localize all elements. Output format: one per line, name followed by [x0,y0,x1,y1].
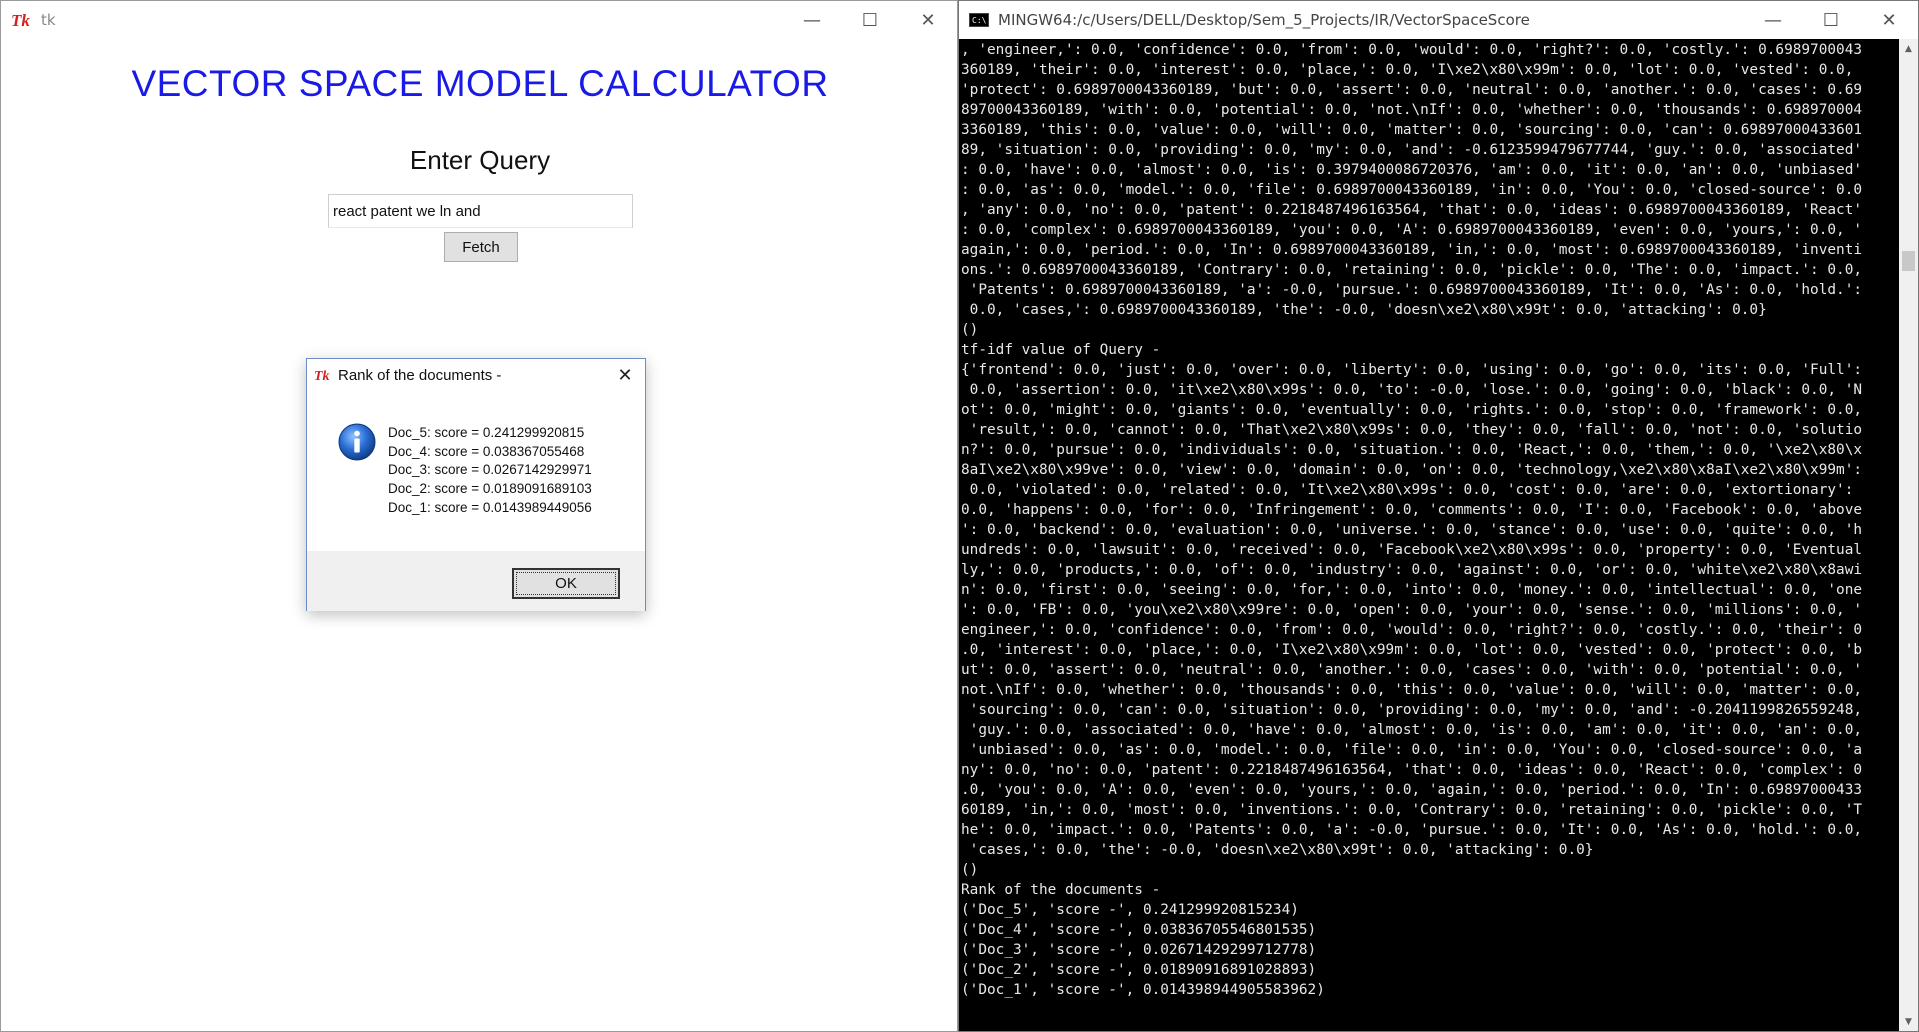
console-output-area[interactable]: , 'engineer,': 0.0, 'confidence': 0.0, '… [959,39,1918,1031]
fetch-button[interactable]: Fetch [444,232,518,262]
console-line: {'frontend': 0.0, 'just': 0.0, 'over': 0… [961,362,1863,378]
console-line: ny': 0.0, 'no': 0.0, 'patent': 0.2218487… [961,762,1863,778]
dialog-message: Doc_5: score = 0.241299920815 Doc_4: sco… [388,424,592,518]
console-line: .0, 'you': 0.0, 'A': 0.0, 'even': 0.0, '… [961,782,1863,798]
close-icon[interactable]: ✕ [1860,1,1918,39]
console-line: Rank of the documents - [961,882,1161,898]
console-line: 'protect': 0.6989700043360189, 'but': 0.… [961,82,1863,98]
console-line: 8aI\xe2\x80\x99ve': 0.0, 'view': 0.0, 'd… [961,462,1863,478]
console-line: ': 0.0, 'FB': 0.0, 'you\xe2\x80\x99re': … [961,602,1863,618]
console-line: , 'engineer,': 0.0, 'confidence': 0.0, '… [961,42,1863,58]
query-input[interactable] [328,194,633,228]
maximize-icon[interactable]: ☐ [1802,1,1860,39]
console-line: 'cases,': 0.0, 'the': -0.0, 'doesn\xe2\x… [961,842,1594,858]
console-line: tf-idf value of Query - [961,342,1161,358]
console-line: 60189, 'in,': 0.0, 'most': 0.0, 'inventi… [961,802,1863,818]
maximize-icon[interactable]: ☐ [841,1,899,39]
svg-text:Tk: Tk [314,369,329,384]
dialog-line: Doc_1: score = 0.0143989449056 [388,499,592,515]
tk-window-title: tk [41,11,56,29]
console-titlebar[interactable]: C:\ MINGW64:/c/Users/DELL/Desktop/Sem_5_… [959,1,1918,39]
console-icon: C:\ [969,13,989,27]
app-heading: VECTOR SPACE MODEL CALCULATOR [131,63,829,104]
console-line: 'unbiased': 0.0, 'as': 0.0, 'model.': 0.… [961,742,1863,758]
console-line: , 'any': 0.0, 'no': 0.0, 'patent': 0.221… [961,202,1863,218]
scrollbar-thumb[interactable] [1902,251,1915,271]
console-window: C:\ MINGW64:/c/Users/DELL/Desktop/Sem_5_… [958,0,1919,1032]
console-line: ons.': 0.6989700043360189, 'Contrary': 0… [961,262,1863,278]
console-line: 0.0, 'assertion': 0.0, 'it\xe2\x80\x99s'… [961,382,1863,398]
console-line: .0, 'interest': 0.0, 'place,': 0.0, 'I\x… [961,642,1863,658]
console-line: 'guy.': 0.0, 'associated': 0.0, 'have': … [961,722,1863,738]
rank-dialog: Tk Rank of the documents - ✕ Doc_5: scor [306,358,646,611]
console-line: not.\nIf': 0.0, 'whether': 0.0, 'thousan… [961,682,1863,698]
console-line: 0.0, 'happens': 0.0, 'for': 0.0, 'Infrin… [961,502,1863,518]
dialog-titlebar[interactable]: Tk Rank of the documents - ✕ [307,359,645,391]
console-line: ('Doc_1', 'score -', 0.01439894490558396… [961,982,1325,998]
dialog-body: Doc_5: score = 0.241299920815 Doc_4: sco… [307,391,645,551]
console-line: 0.0, 'violated': 0.0, 'related': 0.0, 'I… [961,482,1854,498]
console-line: ut': 0.0, 'assert': 0.0, 'neutral': 0.0,… [961,662,1863,678]
console-line: 0.0, 'cases,': 0.6989700043360189, 'the'… [961,302,1767,318]
tk-logo-icon: Tk [314,366,332,384]
scroll-up-icon[interactable]: ▲ [1899,39,1918,58]
console-line: : 0.0, 'complex': 0.6989700043360189, 'y… [961,222,1863,238]
console-line: () [961,322,979,338]
svg-text:Tk: Tk [11,11,30,30]
tk-logo-icon: Tk [11,9,33,31]
console-line: : 0.0, 'have': 0.0, 'almost': 0.0, 'is':… [961,162,1863,178]
console-line: ('Doc_4', 'score -', 0.03836705546801535… [961,922,1317,938]
console-line: 89700043360189, 'with': 0.0, 'potential'… [961,102,1863,118]
console-output-text: , 'engineer,': 0.0, 'confidence': 0.0, '… [961,40,1898,1000]
console-line: 360189, 'their': 0.0, 'interest': 0.0, '… [961,62,1854,78]
close-icon[interactable]: ✕ [899,1,957,39]
console-line: 'Patents': 0.6989700043360189, 'a': -0.0… [961,282,1863,298]
dialog-line: Doc_3: score = 0.0267142929971 [388,462,592,478]
ok-button[interactable]: OK [512,568,620,599]
console-line: ('Doc_2', 'score -', 0.01890916891028893… [961,962,1317,978]
dialog-line: Doc_4: score = 0.038367055468 [388,443,585,459]
console-line: 'result,': 0.0, 'cannot': 0.0, 'That\xe2… [961,422,1863,438]
console-line: engineer,': 0.0, 'confidence': 0.0, 'fro… [961,622,1863,638]
minimize-icon[interactable]: — [783,1,841,39]
console-line: : 0.0, 'as': 0.0, 'model.': 0.0, 'file':… [961,182,1863,198]
console-line: () [961,862,979,878]
console-line: ('Doc_5', 'score -', 0.241299920815234) [961,902,1299,918]
dialog-line: Doc_2: score = 0.0189091689103 [388,481,592,497]
enter-query-label: Enter Query [409,145,551,175]
minimize-icon[interactable]: — [1744,1,1802,39]
console-line: ('Doc_3', 'score -', 0.02671429299712778… [961,942,1317,958]
dialog-title: Rank of the documents - [338,366,502,384]
console-line: 'sourcing': 0.0, 'can': 0.0, 'situation'… [961,702,1863,718]
console-line: n?': 0.0, 'pursue': 0.0, 'individuals': … [961,442,1863,458]
console-window-controls: — ☐ ✕ [1744,1,1918,39]
console-line: ly,': 0.0, 'products,': 0.0, 'of': 0.0, … [961,562,1863,578]
console-line: 3360189, 'this': 0.0, 'value': 0.0, 'wil… [961,122,1863,138]
info-icon [338,423,376,461]
console-window-title: MINGW64:/c/Users/DELL/Desktop/Sem_5_Proj… [998,11,1530,29]
console-line: 89, 'situation': 0.0, 'providing': 0.0, … [961,142,1863,158]
console-line: undreds': 0.0, 'lawsuit': 0.0, 'received… [961,542,1863,558]
console-line: ot': 0.0, 'might': 0.0, 'giants': 0.0, '… [961,402,1863,418]
console-line: he': 0.0, 'impact.': 0.0, 'Patents': 0.0… [961,822,1863,838]
console-line: again,': 0.0, 'period.': 0.0, 'In': 0.69… [961,242,1863,258]
console-scrollbar[interactable]: ▲ ▼ [1899,39,1918,1031]
console-line: ': 0.0, 'backend': 0.0, 'evaluation': 0.… [961,522,1863,538]
dialog-footer: OK [307,551,645,611]
console-line: n': 0.0, 'first': 0.0, 'seeing': 0.0, 'f… [961,582,1863,598]
tk-titlebar[interactable]: Tk tk — ☐ ✕ [1,1,957,39]
tk-window-controls: — ☐ ✕ [783,1,957,39]
close-icon[interactable]: ✕ [605,359,645,391]
scroll-down-icon[interactable]: ▼ [1899,1012,1918,1031]
dialog-line: Doc_5: score = 0.241299920815 [388,425,585,440]
